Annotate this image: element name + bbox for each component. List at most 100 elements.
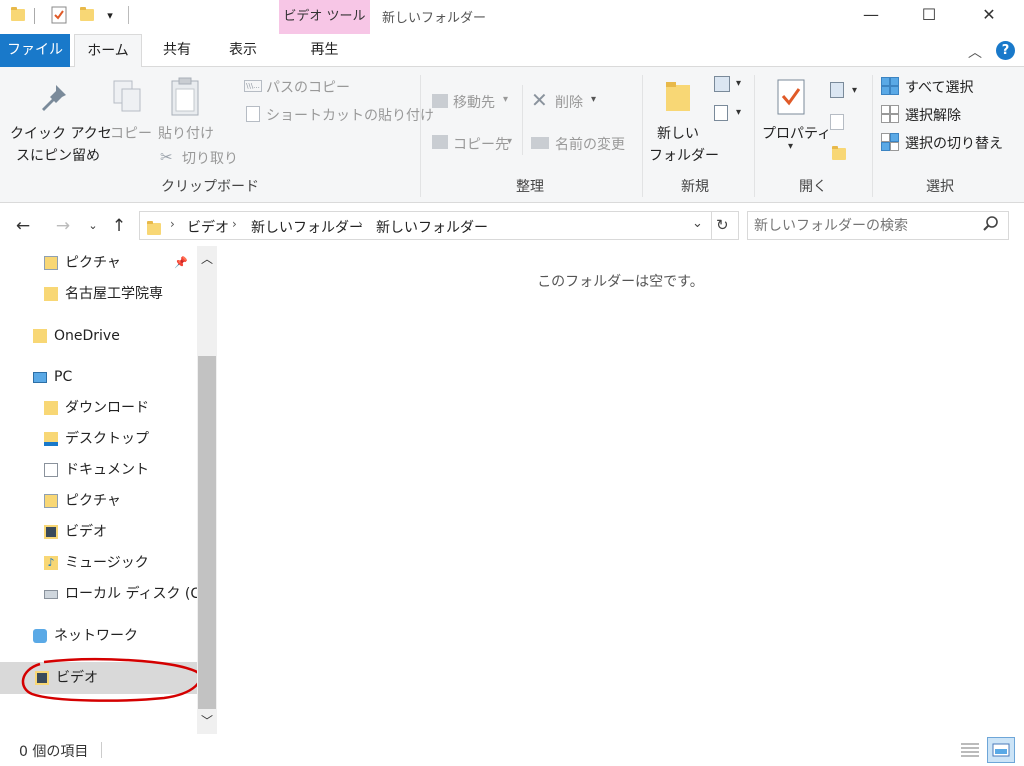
copy-to-button[interactable]: コピー先 bbox=[453, 134, 509, 154]
new-item-icon[interactable] bbox=[714, 76, 730, 92]
tab-view[interactable]: 表示 bbox=[212, 34, 274, 67]
tab-file[interactable]: ファイル bbox=[0, 34, 70, 67]
annotation-circle bbox=[21, 657, 202, 702]
large-icons-view-icon[interactable] bbox=[987, 737, 1015, 763]
address-bar[interactable]: › ビデオ › 新しいフォルダー › 新しいフォルダー ⌄ ↻ bbox=[139, 211, 739, 240]
nav-item-label: ドキュメント bbox=[65, 462, 149, 478]
invert-selection-button[interactable]: 選択の切り替え bbox=[905, 133, 1003, 153]
tab-playback[interactable]: 再生 bbox=[279, 34, 370, 67]
ribbon-home: クイック アクセ スにピン留め コピー 貼り付け \\\... パスのコピー シ… bbox=[0, 67, 1024, 203]
nav-item-network[interactable]: ネットワーク bbox=[33, 622, 183, 650]
breadcrumb-chevron-icon[interactable]: › bbox=[170, 217, 175, 231]
nav-item-desktop[interactable]: デスクトップ bbox=[44, 425, 194, 453]
qat-dropdown-icon[interactable]: ▾ bbox=[102, 5, 118, 25]
nav-item-pictures-quick[interactable]: ピクチャ 📌 bbox=[44, 249, 194, 277]
scroll-down-icon[interactable]: ﹀ bbox=[198, 712, 216, 729]
folder-icon bbox=[8, 5, 28, 25]
breadcrumb-videos[interactable]: ビデオ bbox=[187, 217, 229, 237]
properties-button[interactable]: プロパティ bbox=[762, 123, 831, 143]
nav-item-label: ダウンロード bbox=[65, 400, 149, 416]
nav-item-label: ネットワーク bbox=[54, 628, 138, 644]
nav-item-videos[interactable]: ビデオ bbox=[44, 518, 194, 546]
select-none-button[interactable]: 選択解除 bbox=[905, 105, 961, 125]
desktop-icon bbox=[44, 432, 58, 446]
rename-button[interactable]: 名前の変更 bbox=[555, 134, 625, 154]
pin-to-quick-access-label-2: スにピン留め bbox=[16, 148, 100, 164]
close-button[interactable]: ✕ bbox=[966, 0, 1012, 30]
forward-button[interactable]: → bbox=[52, 214, 74, 238]
qat-separator bbox=[34, 8, 35, 24]
collapse-ribbon-icon[interactable]: ︿ bbox=[968, 42, 982, 62]
nav-item-local-disk[interactable]: ローカル ディスク (C:) bbox=[44, 580, 210, 608]
pin-icon[interactable]: 📌 bbox=[174, 249, 188, 277]
refresh-icon[interactable]: ↻ bbox=[716, 216, 729, 234]
details-view-icon[interactable] bbox=[960, 741, 980, 763]
chevron-down-icon: ▾ bbox=[507, 136, 513, 147]
window-title: 新しいフォルダー bbox=[382, 11, 487, 26]
downloads-icon bbox=[44, 401, 58, 415]
group-separator bbox=[642, 75, 643, 197]
pictures-icon bbox=[44, 494, 58, 508]
breadcrumb-chevron-icon[interactable]: › bbox=[232, 217, 237, 231]
history-icon[interactable] bbox=[832, 145, 846, 164]
pin-to-quick-access-button[interactable]: クイック アクセ bbox=[10, 123, 112, 143]
new-folder-qat-icon[interactable] bbox=[76, 5, 98, 25]
nav-item-nagoya[interactable]: 名古屋工学院専 bbox=[44, 280, 197, 308]
up-button[interactable]: ↑ bbox=[108, 214, 130, 238]
search-box[interactable] bbox=[747, 211, 1009, 240]
minimize-button[interactable]: — bbox=[848, 0, 894, 30]
select-all-icon bbox=[881, 77, 899, 99]
paste-button[interactable]: 貼り付け bbox=[158, 123, 214, 143]
scissors-icon: ✂ bbox=[160, 148, 173, 166]
paste-shortcut-icon bbox=[246, 106, 260, 122]
edit-icon[interactable] bbox=[830, 114, 844, 130]
group-separator bbox=[872, 75, 873, 197]
nav-item-music[interactable]: ♪ ミュージック bbox=[44, 549, 194, 577]
nav-item-documents[interactable]: ドキュメント bbox=[44, 456, 194, 484]
tab-share[interactable]: 共有 bbox=[148, 34, 206, 67]
copy-to-icon bbox=[432, 135, 448, 149]
nav-item-pc[interactable]: PC bbox=[33, 363, 183, 391]
file-list-area[interactable]: このフォルダーは空です。 bbox=[217, 246, 1024, 734]
help-icon[interactable]: ? bbox=[996, 41, 1015, 60]
address-dropdown-icon[interactable]: ⌄ bbox=[692, 216, 703, 231]
breadcrumb-new-folder-1[interactable]: 新しいフォルダー bbox=[251, 217, 363, 237]
easy-access-icon[interactable] bbox=[714, 105, 728, 121]
breadcrumb-chevron-icon[interactable]: › bbox=[358, 217, 363, 231]
group-label-open: 開く bbox=[799, 179, 827, 195]
scroll-up-icon[interactable]: ︿ bbox=[198, 250, 216, 267]
delete-button[interactable]: 削除 bbox=[555, 92, 583, 112]
properties-check-icon[interactable] bbox=[48, 5, 70, 25]
move-to-button[interactable]: 移動先 bbox=[453, 92, 495, 112]
recent-locations-button[interactable]: ⌄ bbox=[84, 214, 102, 238]
nav-item-label: 名古屋工学院専 bbox=[65, 286, 163, 302]
nav-item-downloads[interactable]: ダウンロード bbox=[44, 394, 194, 422]
paste-shortcut-button[interactable]: ショートカットの貼り付け bbox=[266, 105, 434, 125]
new-folder-button[interactable]: 新しい bbox=[657, 123, 699, 143]
group-label-new: 新規 bbox=[681, 179, 709, 195]
pc-monitor-icon bbox=[33, 371, 47, 383]
folder-icon bbox=[44, 287, 58, 301]
address-divider bbox=[711, 212, 712, 239]
nav-item-pictures[interactable]: ピクチャ bbox=[44, 487, 194, 515]
open-icon[interactable] bbox=[830, 82, 844, 98]
copy-path-icon: \\\... bbox=[244, 80, 262, 92]
select-all-button[interactable]: すべて選択 bbox=[905, 77, 973, 97]
breadcrumb-new-folder-2[interactable]: 新しいフォルダー bbox=[376, 217, 488, 237]
search-input[interactable] bbox=[754, 215, 974, 236]
group-label-select: 選択 bbox=[926, 179, 954, 195]
back-button[interactable]: ← bbox=[12, 214, 34, 238]
network-icon bbox=[33, 629, 47, 643]
maximize-button[interactable]: ☐ bbox=[906, 0, 952, 30]
cut-button[interactable]: 切り取り bbox=[182, 148, 238, 168]
tab-home[interactable]: ホーム bbox=[74, 34, 142, 68]
search-icon[interactable] bbox=[982, 215, 1000, 237]
nav-scrollbar-thumb[interactable] bbox=[198, 356, 216, 709]
video-tools-context-title: ビデオ ツール bbox=[279, 0, 370, 34]
pictures-icon bbox=[44, 256, 58, 270]
copy-path-button[interactable]: パスのコピー bbox=[266, 77, 350, 97]
copy-button[interactable]: コピー bbox=[110, 123, 152, 143]
group-separator bbox=[522, 85, 523, 155]
nav-item-onedrive[interactable]: OneDrive bbox=[33, 322, 183, 350]
paste-icon bbox=[170, 77, 200, 121]
